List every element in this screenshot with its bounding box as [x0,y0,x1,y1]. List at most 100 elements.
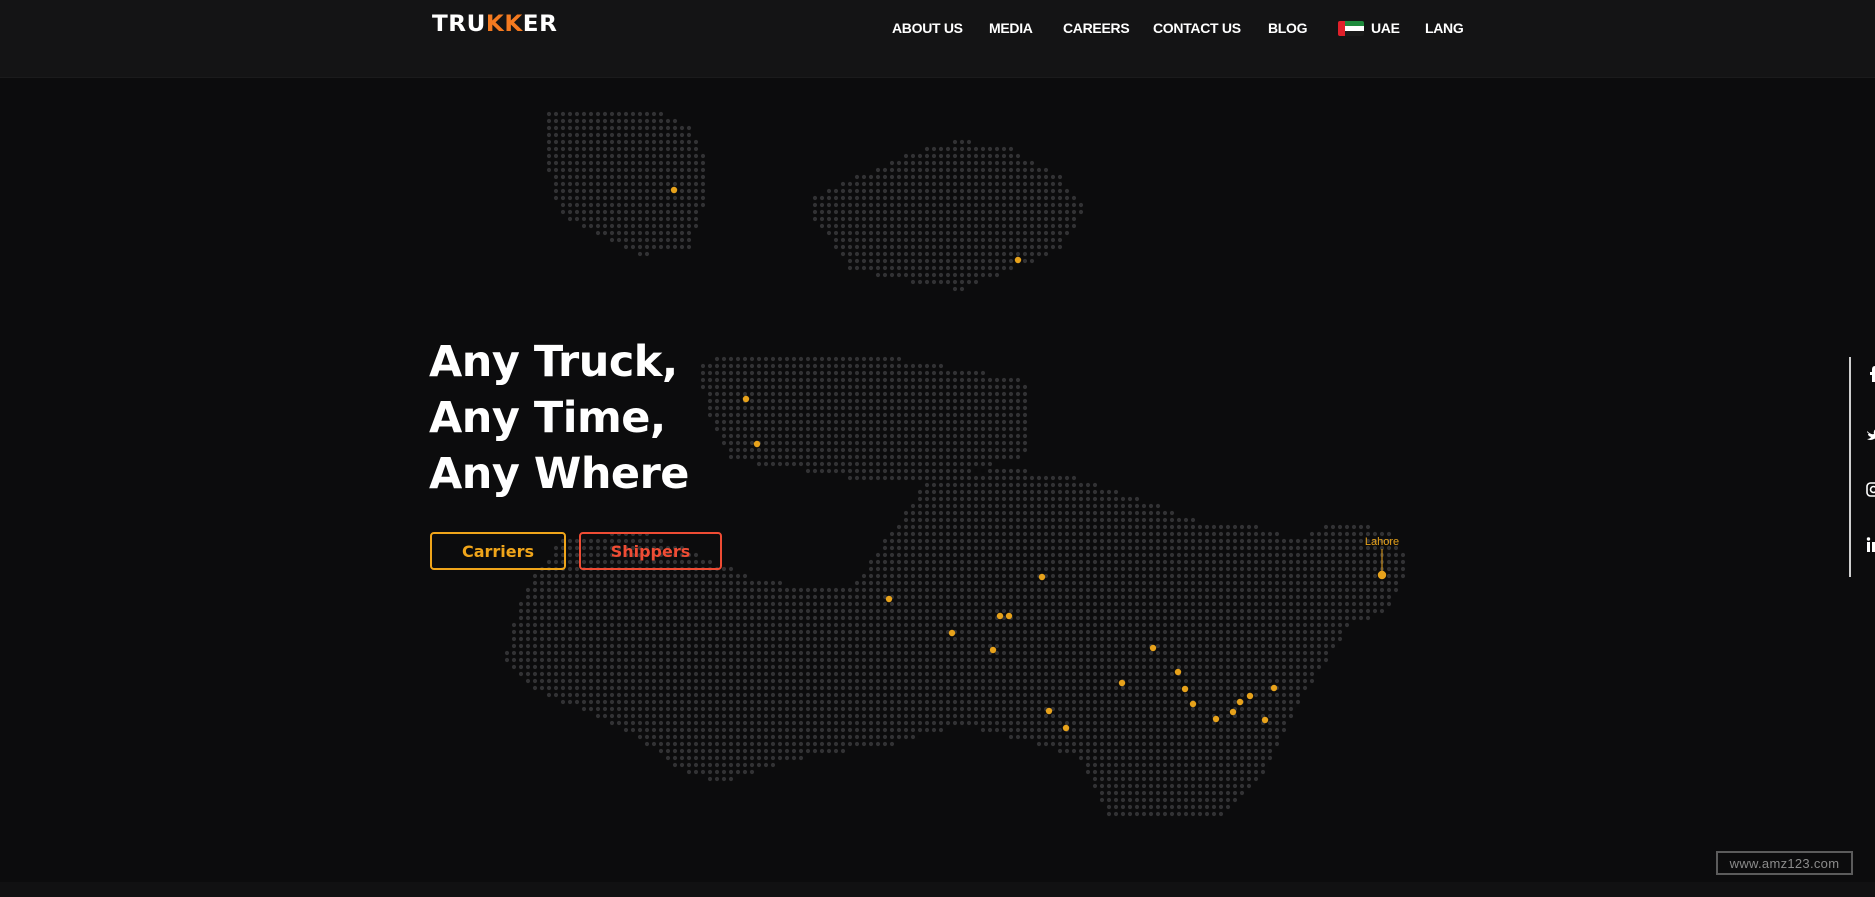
map-dot [686,132,692,138]
map-dot [980,545,986,551]
map-dot [819,384,825,390]
map-dot [980,265,986,271]
map-dot [658,132,664,138]
map-dot [938,601,944,607]
map-dot [854,643,860,649]
map-dot [567,538,573,544]
map-dot [1211,727,1217,733]
map-dot [756,713,762,719]
map-dot [987,692,993,698]
map-dot [644,720,650,726]
map-dot [735,671,741,677]
map-dot [1211,699,1217,705]
map-dot [784,664,790,670]
map-dot [910,230,916,236]
map-dot [924,230,930,236]
map-dot [896,524,902,530]
map-dot [994,384,1000,390]
map-dot [525,622,531,628]
map-dot [574,111,580,117]
map-dot [840,209,846,215]
map-dot [1197,594,1203,600]
map-dot [1001,216,1007,222]
map-dot [1078,608,1084,614]
map-dot [840,601,846,607]
map-dot [672,664,678,670]
map-dot [595,629,601,635]
map-dot [1001,706,1007,712]
map-dot [1120,657,1126,663]
map-dot [917,475,923,481]
map-dot [798,622,804,628]
map-dot [679,188,685,194]
map-dot [1120,615,1126,621]
map-dot [910,251,916,257]
map-dot [749,412,755,418]
map-dot [616,636,622,642]
map-dot [1036,524,1042,530]
map-dot [924,426,930,432]
map-dot [1183,650,1189,656]
map-dot [693,160,699,166]
map-dot [812,216,818,222]
map-dot [742,426,748,432]
map-dot [861,433,867,439]
map-dot [756,587,762,593]
map-dot [679,167,685,173]
map-dot [1197,734,1203,740]
map-dot [1190,608,1196,614]
map-dot [994,496,1000,502]
map-dot [707,650,713,656]
map-dot [945,559,951,565]
map-dot [1141,517,1147,523]
map-dot [1008,664,1014,670]
map-dot [637,622,643,628]
map-dot [889,608,895,614]
map-dot [1183,699,1189,705]
map-dot [819,748,825,754]
map-dot [994,391,1000,397]
map-dot [609,174,615,180]
map-dot [1057,538,1063,544]
map-dot [1022,405,1028,411]
map-dot [1176,594,1182,600]
map-dot [854,426,860,432]
map-dot [1134,622,1140,628]
map-dot [1141,545,1147,551]
map-dot [686,202,692,208]
map-dot [826,601,832,607]
map-dot [1134,566,1140,572]
map-dot [1113,545,1119,551]
map-dot [532,622,538,628]
map-dot [1099,643,1105,649]
map-dot [1008,384,1014,390]
map-dot [679,657,685,663]
map-dot [1162,587,1168,593]
map-dot [728,748,734,754]
map-dot [1036,167,1042,173]
map-dot [889,699,895,705]
map-dot [525,643,531,649]
map-dot [1127,629,1133,635]
map-dot [819,594,825,600]
map-dot [1001,475,1007,481]
map-dot [903,559,909,565]
map-dot [966,685,972,691]
map-dot [1092,524,1098,530]
map-dot [518,657,524,663]
map-dot [763,622,769,628]
map-dot [728,377,734,383]
map-dot [742,447,748,453]
map-dot [882,545,888,551]
map-dot [938,181,944,187]
map-dot [756,608,762,614]
map-dot [1190,650,1196,656]
map-dot [1169,552,1175,558]
map-dot [1001,265,1007,271]
map-dot [1176,573,1182,579]
map-dot [861,419,867,425]
map-dot [980,202,986,208]
map-dot [1029,489,1035,495]
map-dot [959,601,965,607]
map-dot [868,741,874,747]
